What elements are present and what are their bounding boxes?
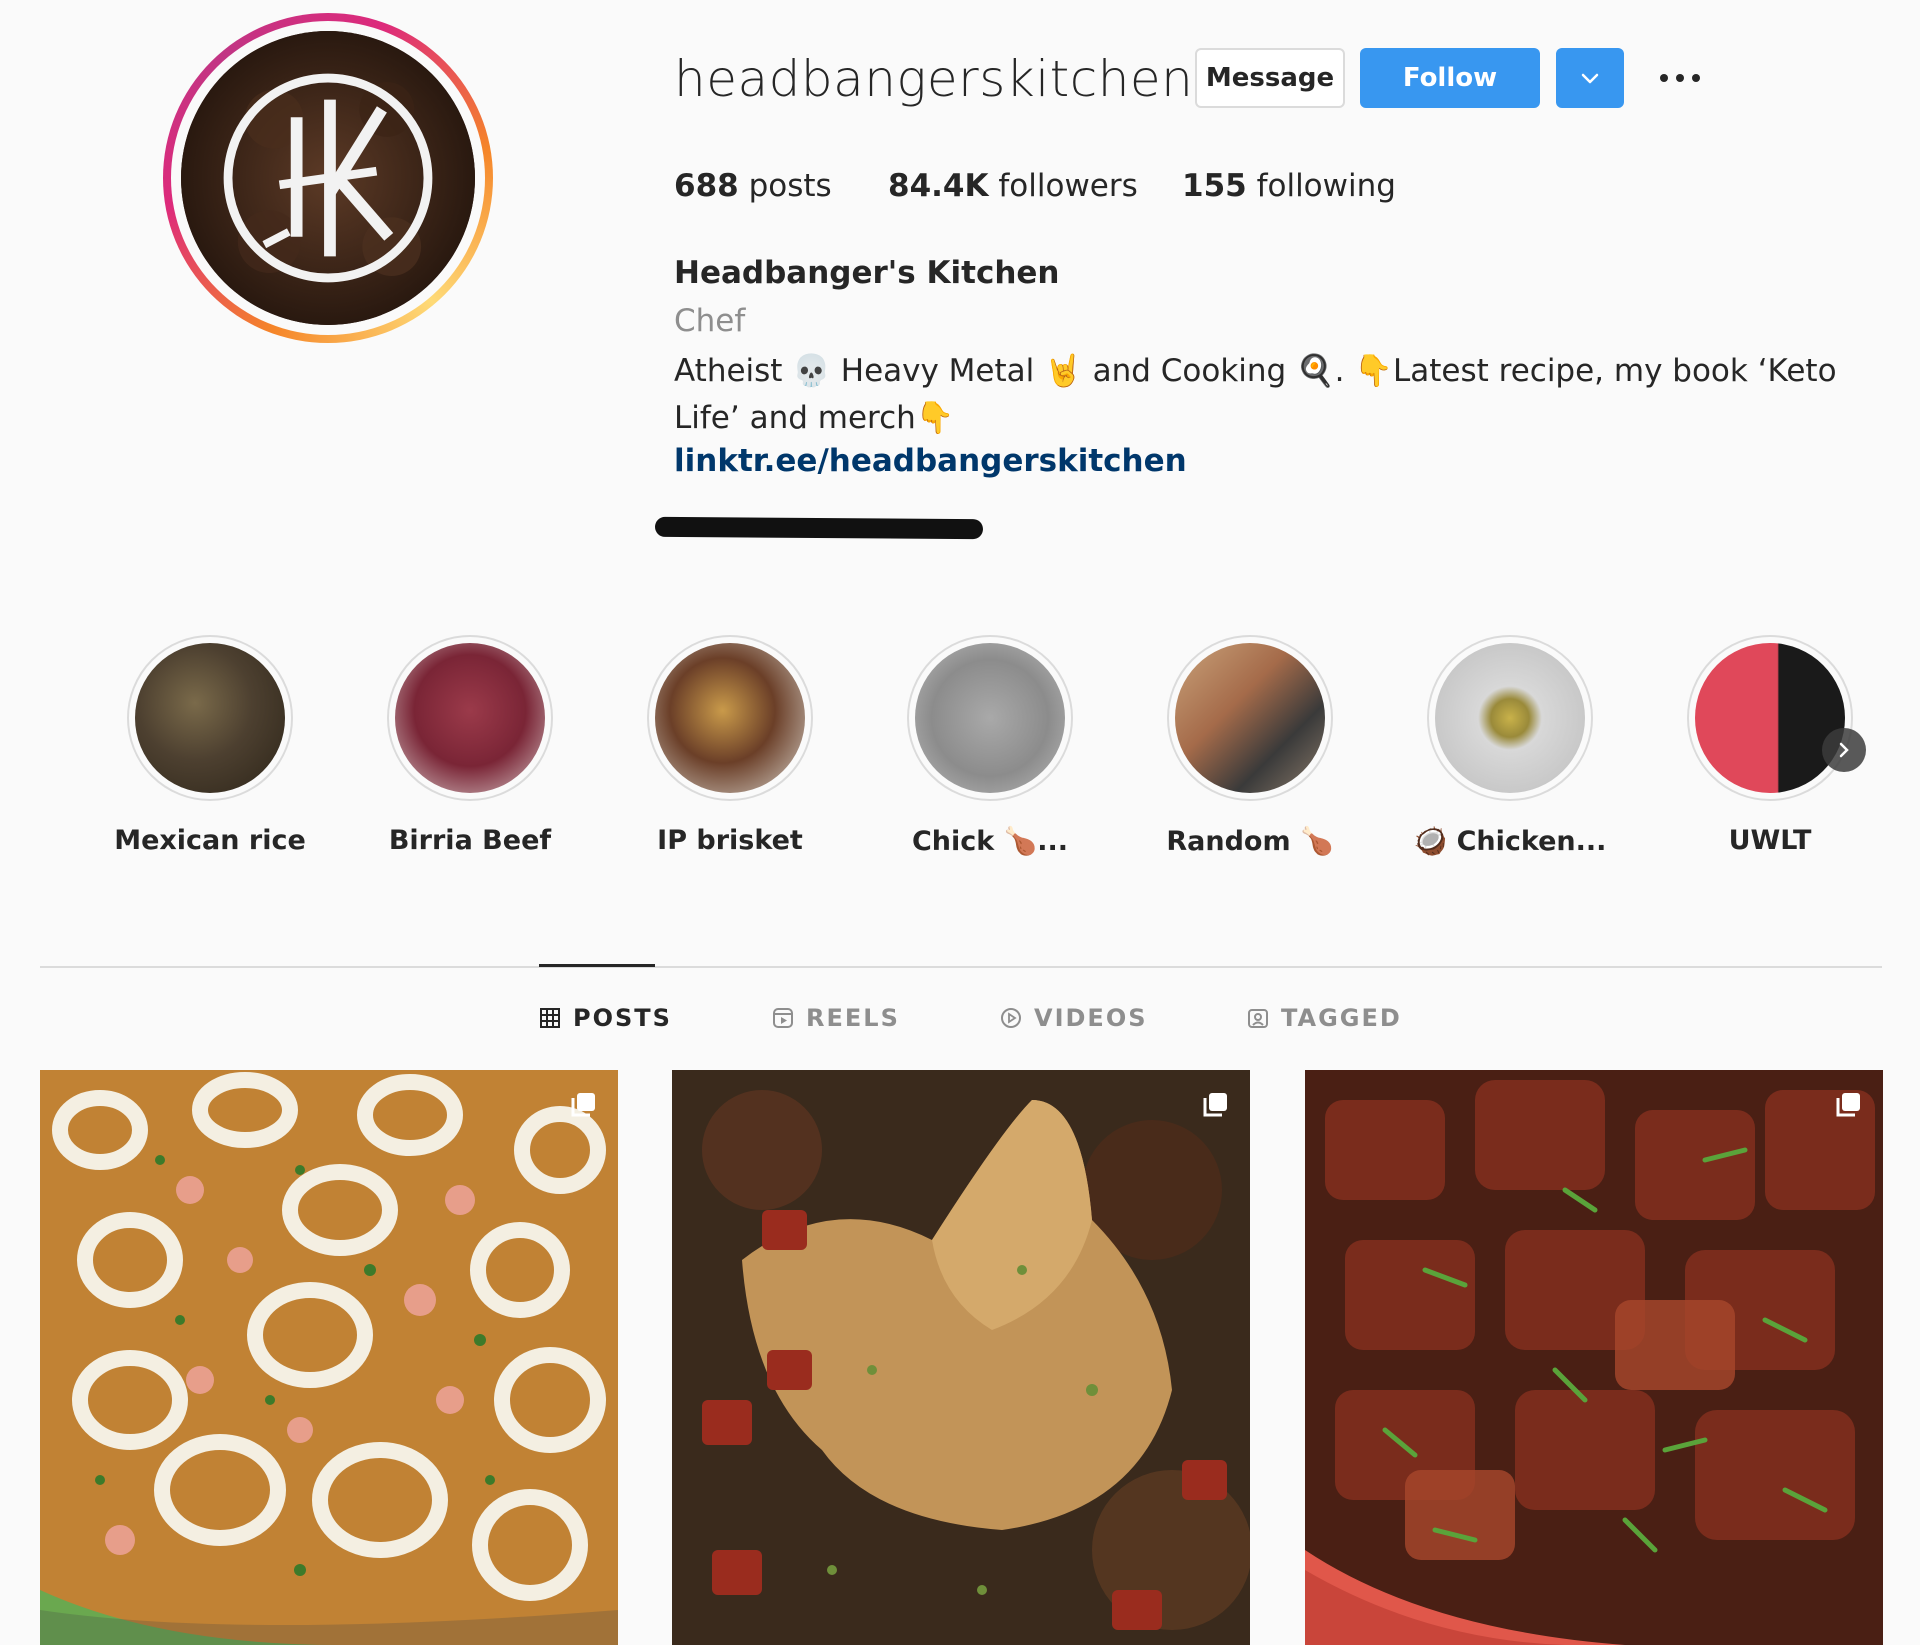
more-dots-icon bbox=[1660, 74, 1668, 82]
active-tab-indicator bbox=[539, 964, 655, 967]
profile-category: Chef bbox=[674, 303, 746, 339]
following-link[interactable]: 155 following bbox=[1182, 168, 1396, 204]
profile-username: headbangerskitchen bbox=[674, 50, 1194, 108]
post-thumbnail[interactable] bbox=[1305, 1070, 1883, 1645]
post-image bbox=[672, 1070, 1250, 1645]
carousel-icon bbox=[1203, 1093, 1227, 1117]
chevron-right-icon bbox=[1839, 742, 1849, 758]
post-image bbox=[1305, 1070, 1883, 1645]
highlight-cover bbox=[1175, 643, 1325, 793]
highlight-cover bbox=[1695, 643, 1845, 793]
carousel-icon bbox=[1836, 1093, 1860, 1117]
highlight-cover bbox=[135, 643, 285, 793]
highlight-label: Mexican rice bbox=[114, 825, 306, 856]
tab-videos[interactable]: VIDEOS bbox=[1000, 1004, 1148, 1032]
message-button[interactable]: Message bbox=[1195, 48, 1345, 108]
highlight-random[interactable]: Random 🍗 bbox=[1150, 635, 1350, 857]
reels-icon bbox=[773, 1008, 793, 1028]
highlight-ip-brisket[interactable]: IP brisket bbox=[630, 635, 830, 856]
highlight-birria-beef[interactable]: Birria Beef bbox=[370, 635, 570, 856]
post-thumbnail[interactable] bbox=[40, 1070, 618, 1645]
tab-posts[interactable]: POSTS bbox=[539, 1004, 672, 1032]
highlight-label: Birria Beef bbox=[388, 825, 552, 856]
highlight-label: Chick 🍗... bbox=[911, 826, 1069, 857]
tagged-icon bbox=[1248, 1009, 1268, 1028]
suggested-accounts-dropdown-button[interactable] bbox=[1556, 48, 1624, 108]
hk-logo-icon bbox=[181, 31, 475, 325]
play-icon bbox=[1001, 1008, 1021, 1028]
profile-page: headbangerskitchen Message Follow 688 po… bbox=[0, 0, 1920, 1645]
highlights-next-button[interactable] bbox=[1822, 728, 1866, 772]
post-thumbnail[interactable] bbox=[672, 1070, 1250, 1645]
highlight-label: Random 🍗 bbox=[1166, 826, 1334, 857]
highlight-cover bbox=[915, 643, 1065, 793]
highlight-label: IP brisket bbox=[657, 825, 803, 856]
avatar bbox=[181, 31, 475, 325]
tab-tagged[interactable]: TAGGED bbox=[1247, 1004, 1402, 1032]
posts-count: 688 posts bbox=[674, 168, 832, 204]
profile-website-link[interactable]: linktr.ee/headbangerskitchen bbox=[674, 443, 1187, 479]
carousel-icon bbox=[571, 1093, 595, 1117]
followers-link[interactable]: 84.4K followers bbox=[888, 168, 1138, 204]
highlight-cover bbox=[655, 643, 805, 793]
profile-full-name: Headbanger's Kitchen bbox=[674, 255, 1060, 291]
redacted-scribble bbox=[654, 516, 984, 540]
post-image bbox=[40, 1070, 618, 1645]
tab-reels[interactable]: REELS bbox=[772, 1004, 900, 1032]
more-options-button[interactable] bbox=[1655, 60, 1705, 96]
follow-button[interactable]: Follow bbox=[1360, 48, 1540, 108]
profile-bio: Atheist 💀 Heavy Metal 🤘 and Cooking 🍳. 👇… bbox=[674, 353, 1837, 436]
highlight-label: UWLT bbox=[1728, 825, 1812, 856]
highlight-mexican-rice[interactable]: Mexican rice bbox=[110, 635, 310, 856]
chevron-down-icon bbox=[1581, 73, 1599, 84]
highlight-label: 🥥 Chicken... bbox=[1413, 826, 1607, 857]
grid-icon bbox=[540, 1008, 560, 1028]
highlight-cover bbox=[1435, 643, 1585, 793]
highlight-chick[interactable]: Chick 🍗... bbox=[890, 635, 1090, 857]
highlight-cover bbox=[395, 643, 545, 793]
tabs-divider bbox=[40, 966, 1882, 968]
highlight-chicken[interactable]: 🥥 Chicken... bbox=[1410, 635, 1610, 857]
profile-avatar-story-ring[interactable] bbox=[163, 13, 493, 343]
